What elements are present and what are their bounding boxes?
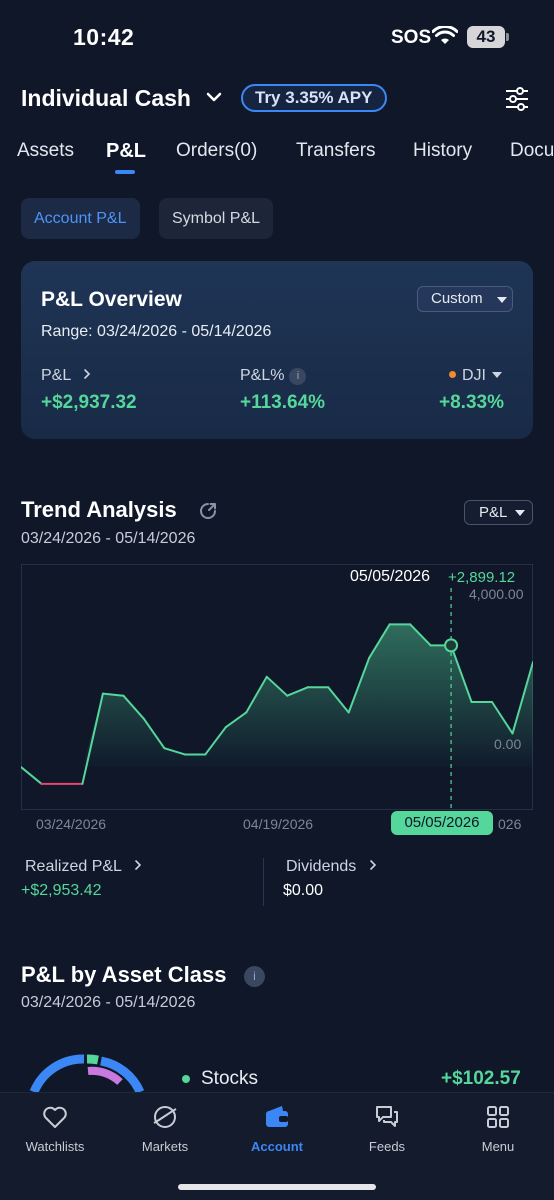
overview-range: Range: 03/24/2026 - 05/14/2026 [41, 323, 272, 340]
info-icon[interactable]: i [244, 966, 265, 987]
x-tick-label: 026 [498, 816, 522, 832]
caret-down-icon [515, 510, 525, 516]
trend-analysis-title: Trend Analysis [21, 497, 177, 522]
highlight-point [444, 638, 459, 653]
asset-class-title: P&L by Asset Class [21, 962, 227, 987]
nav-label: Feeds [368, 1139, 406, 1154]
pl-metric-label[interactable]: P&L [41, 367, 93, 385]
battery-tip [506, 33, 509, 41]
caret-down-icon [492, 372, 502, 378]
pl-percent-label-text: P&L% [240, 367, 285, 384]
realized-pl[interactable]: Realized P&L +$2,953.42 [21, 858, 144, 900]
active-tab-indicator [115, 170, 135, 174]
y-tick-label: 0.00 [494, 736, 522, 752]
tab-history[interactable]: History [413, 140, 472, 162]
benchmark-label: DJI [462, 367, 486, 384]
tab-orders[interactable]: Orders(0) [176, 140, 257, 162]
pl-overview-card: P&L Overview Range: 03/24/2026 - 05/14/2… [21, 261, 533, 439]
x-tick-label: 04/19/2026 [243, 816, 314, 832]
realized-pl-label: Realized P&L [25, 858, 122, 875]
asset-class-label: Stocks [201, 1068, 259, 1089]
nav-label: Watchlists [25, 1139, 85, 1154]
pl-percent-value: +113.64% [240, 392, 326, 413]
dividends[interactable]: Dividends $0.00 [283, 858, 379, 900]
nav-feeds[interactable]: Feeds [332, 1103, 442, 1154]
battery-icon: 43 [467, 26, 505, 48]
account-tabs: Assets P&L Orders(0) Transfers History D… [0, 140, 554, 180]
nav-label: Markets [141, 1139, 189, 1154]
crosshair-date-pill: 05/05/2026 [391, 811, 493, 835]
benchmark-dot [449, 371, 456, 378]
account-pl-toggle[interactable]: Account P&L [21, 198, 140, 239]
dividends-value: $0.00 [283, 882, 324, 899]
trend-range: 03/24/2026 - 05/14/2026 [21, 530, 196, 547]
planet-icon [153, 1106, 177, 1128]
trend-line-segment [21, 766, 43, 785]
external-link-icon[interactable] [198, 501, 218, 521]
pl-value: +$2,937.32 [41, 392, 137, 413]
custom-range-label: Custom [431, 290, 483, 307]
nav-menu[interactable]: Menu [443, 1103, 553, 1154]
chevron-right-icon [84, 369, 91, 379]
benchmark-value: +8.33% [439, 392, 504, 413]
realized-pl-value: +$2,953.42 [21, 882, 102, 899]
apy-promo-button[interactable]: Try 3.35% APY [241, 84, 387, 112]
asset-class-row-stocks[interactable]: Stocks +$102.57 [0, 1066, 554, 1094]
legend-dot [182, 1075, 190, 1083]
tab-assets[interactable]: Assets [17, 140, 74, 162]
tooltip-value: +2,899.12 [448, 569, 516, 586]
tab-transfers[interactable]: Transfers [296, 140, 376, 162]
nav-watchlists[interactable]: Watchlists [0, 1103, 110, 1154]
asset-class-range: 03/24/2026 - 05/14/2026 [21, 994, 196, 1011]
wifi-icon [432, 26, 458, 44]
account-header: Individual Cash Try 3.35% APY [0, 82, 554, 116]
trend-chart-svg [21, 564, 533, 812]
nav-label: Account [251, 1139, 303, 1154]
trend-metric-select[interactable]: P&L [464, 500, 533, 525]
sos-indicator: SOS [391, 27, 432, 48]
dividends-label: Dividends [286, 858, 357, 875]
chat-icon [376, 1106, 398, 1127]
info-icon[interactable]: i [289, 368, 307, 385]
divider [263, 858, 264, 906]
pl-percent-label: P&L% i [240, 367, 307, 385]
overview-title: P&L Overview [41, 288, 182, 311]
sliders-icon[interactable] [504, 86, 530, 112]
grid-icon [487, 1106, 509, 1128]
caret-down-icon [497, 297, 507, 303]
chevron-right-icon [369, 860, 376, 870]
battery-level: 43 [476, 27, 496, 46]
account-selector[interactable]: Individual Cash [21, 85, 191, 112]
pl-label-text: P&L [41, 367, 71, 384]
nav-markets[interactable]: Markets [110, 1103, 220, 1154]
custom-range-button[interactable]: Custom [417, 286, 513, 312]
tooltip-date: 05/05/2026 [350, 568, 431, 585]
status-bar: 10:42 SOS 43 [0, 0, 554, 70]
status-time: 10:42 [73, 24, 135, 50]
trend-chart[interactable]: 05/05/2026 +2,899.12 4,000.00 0.00 03/24… [21, 564, 533, 838]
x-tick-label: 03/24/2026 [36, 816, 107, 832]
chevron-right-icon [135, 860, 141, 870]
tab-documents[interactable]: Docu [510, 140, 554, 162]
home-indicator [178, 1184, 376, 1190]
wallet-icon [266, 1106, 288, 1127]
y-tick-label: 4,000.00 [469, 586, 524, 602]
nav-label: Menu [481, 1139, 515, 1154]
asset-class-value: +$102.57 [441, 1068, 521, 1089]
nav-account[interactable]: Account [222, 1103, 332, 1154]
trend-metric-label: P&L [479, 504, 508, 521]
symbol-pl-toggle[interactable]: Symbol P&L [159, 198, 274, 239]
benchmark-selector[interactable]: DJI [449, 367, 502, 385]
chevron-down-icon[interactable] [205, 88, 223, 106]
heart-icon [43, 1106, 67, 1128]
tab-pl[interactable]: P&L [106, 140, 146, 163]
